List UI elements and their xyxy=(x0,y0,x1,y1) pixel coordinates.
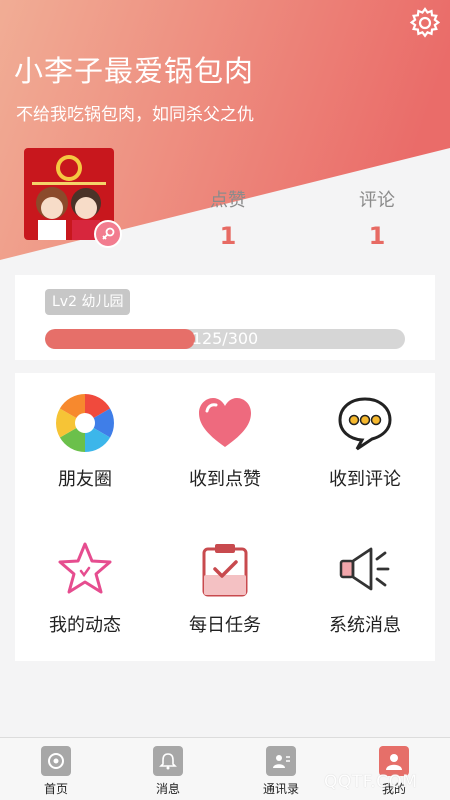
feature-grid: 朋友圈 收到点赞 收到评论 我的动态 每日任务 系统消息 xyxy=(15,373,435,661)
profile-name: 小李子最爱锅包肉 xyxy=(14,54,255,88)
chat-bubble-icon xyxy=(338,397,392,451)
heart-icon xyxy=(199,398,251,447)
likes-label: 点赞 xyxy=(210,190,246,211)
home-icon xyxy=(41,746,71,776)
female-icon xyxy=(94,220,122,248)
level-progress-text: 125/300 xyxy=(191,329,259,348)
tab-contacts[interactable]: 通讯录 xyxy=(225,738,337,800)
profile-header: 小李子最爱锅包肉 不给我吃锅包肉，如同杀父之仇 点赞 1 评论 1 xyxy=(0,0,450,260)
clipboard-check-icon xyxy=(202,544,248,597)
contacts-icon xyxy=(266,746,296,776)
watermark: QQTF.COM xyxy=(324,772,418,792)
level-card: Lv2 幼儿园 125/300 xyxy=(15,275,435,360)
grid-item-moments[interactable]: 朋友圈 xyxy=(15,373,155,513)
megaphone-icon xyxy=(339,547,390,591)
grid-item-label: 收到评论 xyxy=(329,469,401,490)
tab-label: 通讯录 xyxy=(262,782,299,796)
grid-item-label: 收到点赞 xyxy=(189,469,261,490)
grid-item-my-posts[interactable]: 我的动态 xyxy=(15,519,155,659)
tab-label: 首页 xyxy=(43,782,68,796)
level-progress-bar: 125/300 xyxy=(45,329,405,349)
tab-home[interactable]: 首页 xyxy=(0,738,112,800)
tab-label: 消息 xyxy=(155,782,180,796)
profile-motto: 不给我吃锅包肉，如同杀父之仇 xyxy=(16,105,254,125)
grid-item-label: 朋友圈 xyxy=(58,469,112,490)
stat-likes[interactable]: 点赞 1 xyxy=(188,186,268,250)
gear-icon[interactable] xyxy=(408,6,442,40)
grid-item-daily-tasks[interactable]: 每日任务 xyxy=(155,519,295,659)
grid-item-received-likes[interactable]: 收到点赞 xyxy=(155,373,295,513)
aperture-icon xyxy=(56,394,114,452)
likes-value: 1 xyxy=(219,222,237,250)
grid-item-system-messages[interactable]: 系统消息 xyxy=(295,519,435,659)
grid-item-label: 系统消息 xyxy=(329,615,401,636)
comments-value: 1 xyxy=(368,222,386,250)
comments-label: 评论 xyxy=(359,190,395,211)
bell-icon xyxy=(153,746,183,776)
level-tag: Lv2 幼儿园 xyxy=(45,289,131,315)
stat-comments[interactable]: 评论 1 xyxy=(337,186,417,250)
grid-item-label: 我的动态 xyxy=(49,615,121,636)
tab-messages[interactable]: 消息 xyxy=(112,738,224,800)
grid-item-label: 每日任务 xyxy=(189,615,261,636)
star-icon xyxy=(58,542,112,594)
grid-item-received-comments[interactable]: 收到评论 xyxy=(295,373,435,513)
